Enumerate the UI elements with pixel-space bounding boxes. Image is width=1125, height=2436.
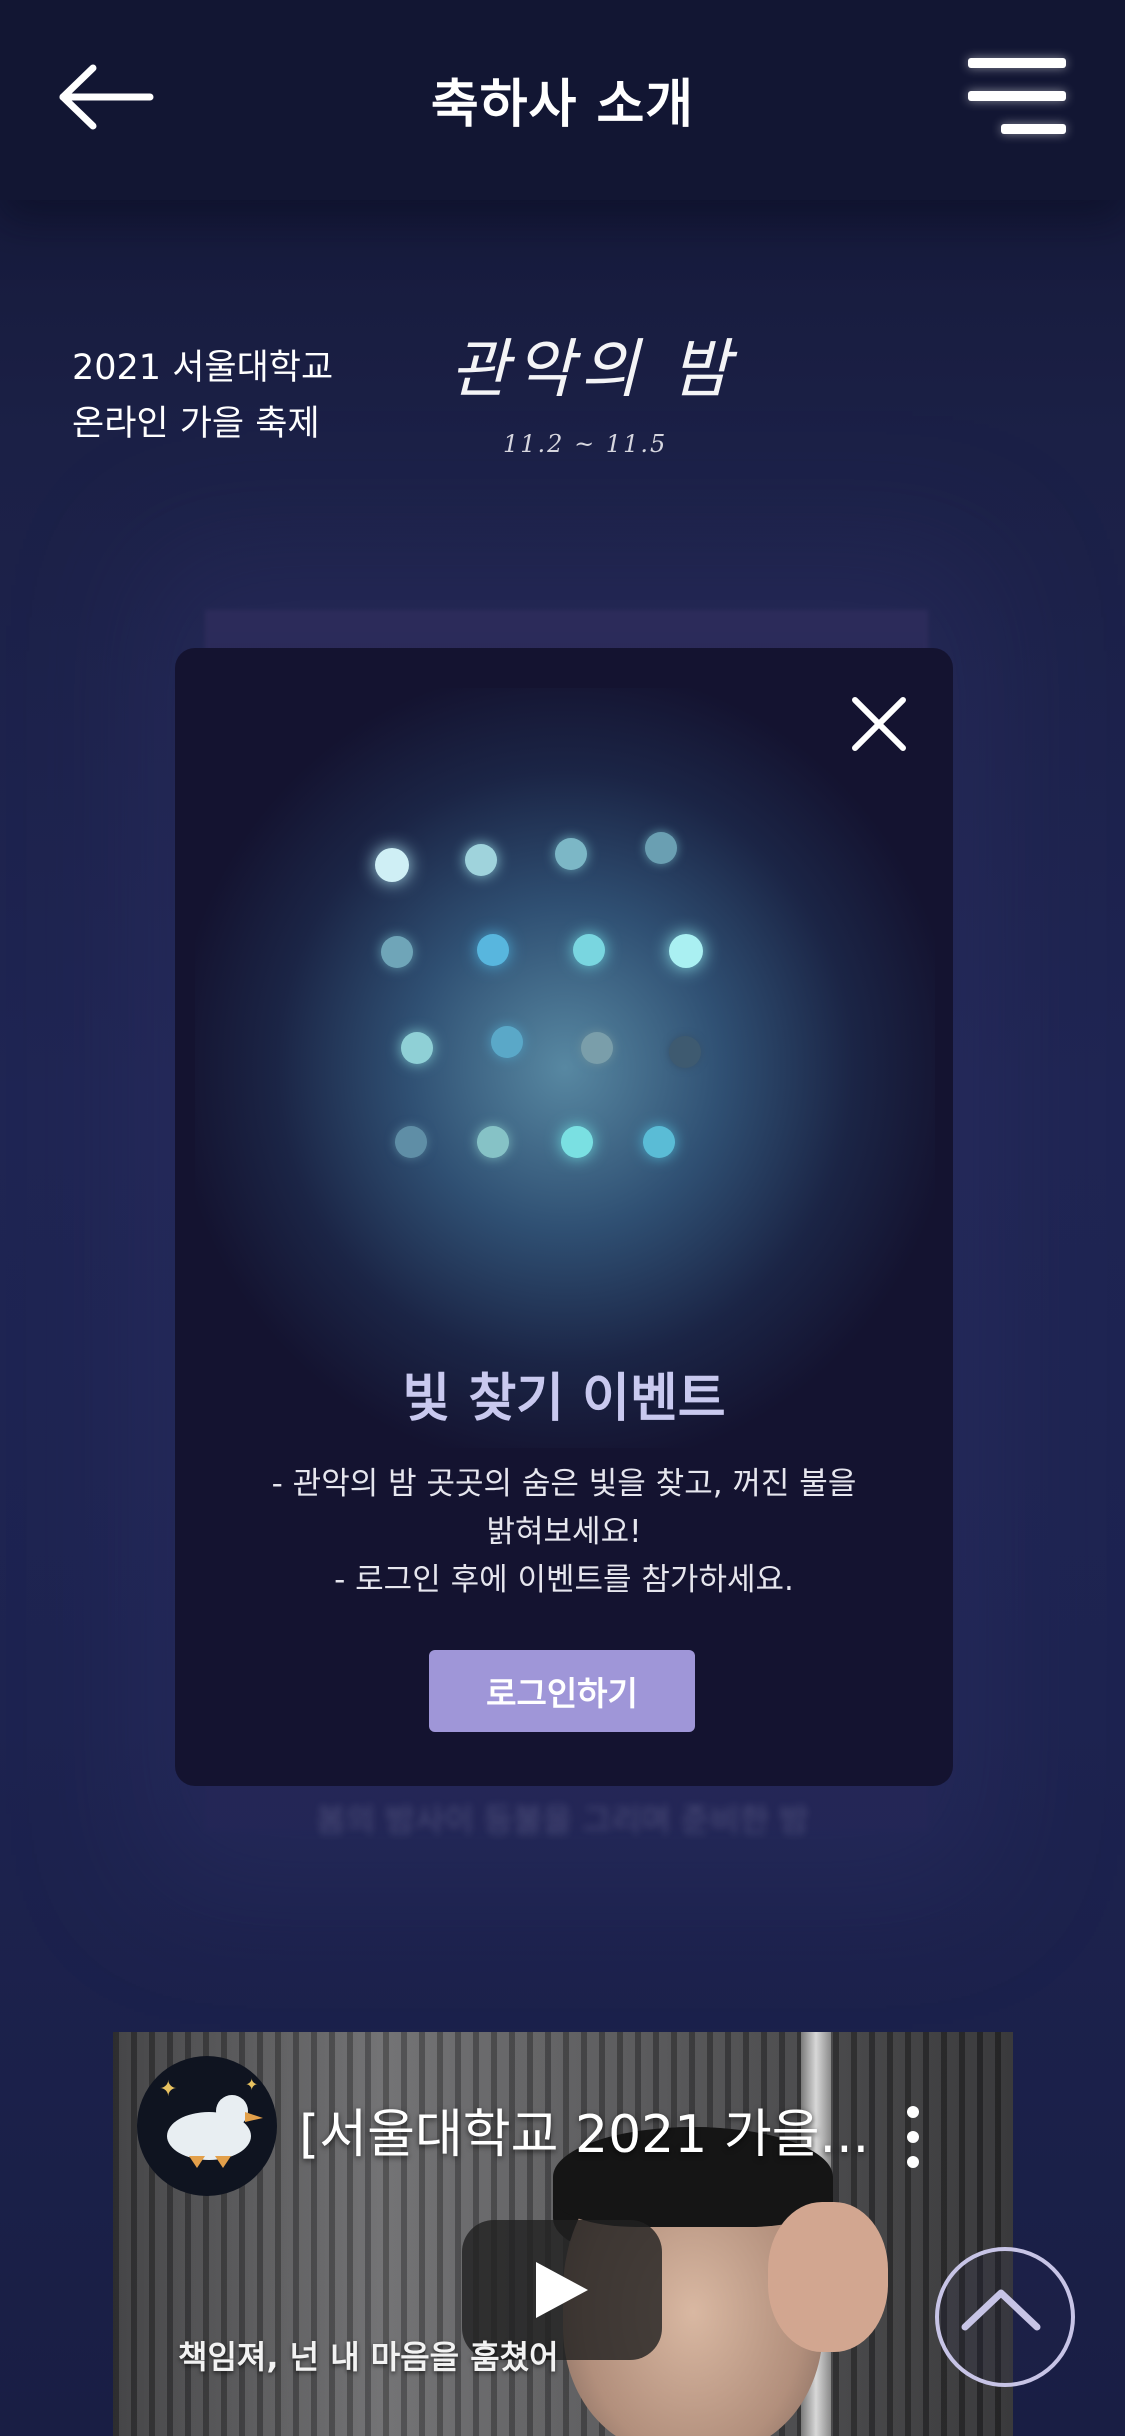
close-icon (852, 697, 906, 751)
light-dot (561, 1126, 593, 1158)
more-vertical-icon (907, 2106, 919, 2118)
top-header: 축하사 소개 (0, 0, 1125, 200)
light-dot (669, 1036, 701, 1068)
light-dot (477, 1126, 509, 1158)
modal-title: 빛 찾기 이벤트 (402, 1369, 726, 1429)
page-title: 축하사 소개 (430, 75, 695, 135)
festival-line-2: 온라인 가을 축제 (72, 404, 320, 444)
video-person-hand (768, 2202, 888, 2352)
light-dot (491, 1026, 523, 1058)
festival-logo-title: 관악의 밤 (450, 333, 736, 407)
menu-button[interactable] (968, 58, 1066, 138)
light-dot (465, 844, 497, 876)
play-icon (536, 2262, 588, 2318)
svg-text:✦: ✦ (159, 2077, 177, 2102)
light-glow (195, 688, 935, 1448)
more-options-button[interactable] (893, 2102, 933, 2172)
light-dot (381, 936, 413, 968)
light-dot (643, 1126, 675, 1158)
svg-text:✦: ✦ (245, 2075, 258, 2094)
channel-avatar[interactable]: ✦ ✦ (137, 2056, 277, 2196)
hamburger-menu-icon (968, 58, 1066, 68)
desc-line-3: - 로그인 후에 이벤트를 참가하세요. (334, 1562, 794, 1598)
event-modal: 빛 찾기 이벤트 - 관악의 밤 곳곳의 숨은 빛을 찾고, 꺼진 불을 밝혀보… (175, 648, 953, 1786)
menu-line (1001, 124, 1066, 134)
festival-line-1: 2021 서울대학교 (72, 348, 334, 388)
light-dot (581, 1032, 613, 1064)
duck-avatar-icon: ✦ ✦ (159, 2075, 263, 2168)
light-dot (645, 832, 677, 864)
scroll-top-button[interactable] (935, 2247, 1075, 2387)
desc-line-1: - 관악의 밤 곳곳의 숨은 빛을 찾고, 꺼진 불을 (271, 1466, 857, 1502)
light-dot (375, 848, 409, 882)
close-button[interactable] (847, 692, 911, 756)
menu-line (968, 91, 1066, 101)
desc-line-2: 밝혀보세요! (486, 1514, 642, 1550)
video-title[interactable]: [서울대학교 2021 가을... (299, 2092, 869, 2167)
light-dot (555, 838, 587, 870)
chevron-up-icon (961, 2289, 1041, 2331)
video-embed[interactable]: ✦ ✦ [서울대학교 2021 가을... 책임져, 넌 내 마음을 훔쳤어 (113, 2032, 1013, 2436)
light-dot (573, 934, 605, 966)
festival-logo-date: 11.2 ~ 11.5 (503, 430, 668, 458)
more-dot (907, 2131, 919, 2143)
festival-info: 2021 서울대학교 온라인 가을 축제 (72, 340, 333, 452)
light-dot (395, 1126, 427, 1158)
light-dot (669, 934, 703, 968)
login-button[interactable]: 로그인하기 (429, 1650, 695, 1732)
video-subtitle: 책임져, 넌 내 마음을 훔쳤어 (178, 2338, 559, 2376)
light-dot (401, 1032, 433, 1064)
more-dot (907, 2156, 919, 2168)
modal-description: - 관악의 밤 곳곳의 숨은 빛을 찾고, 꺼진 불을 밝혀보세요! - 로그인… (235, 1460, 893, 1604)
blurred-caption: 봄의 밤사이 등불을 그리며 준비한 밤 (316, 1801, 809, 1839)
light-dot (477, 934, 509, 966)
